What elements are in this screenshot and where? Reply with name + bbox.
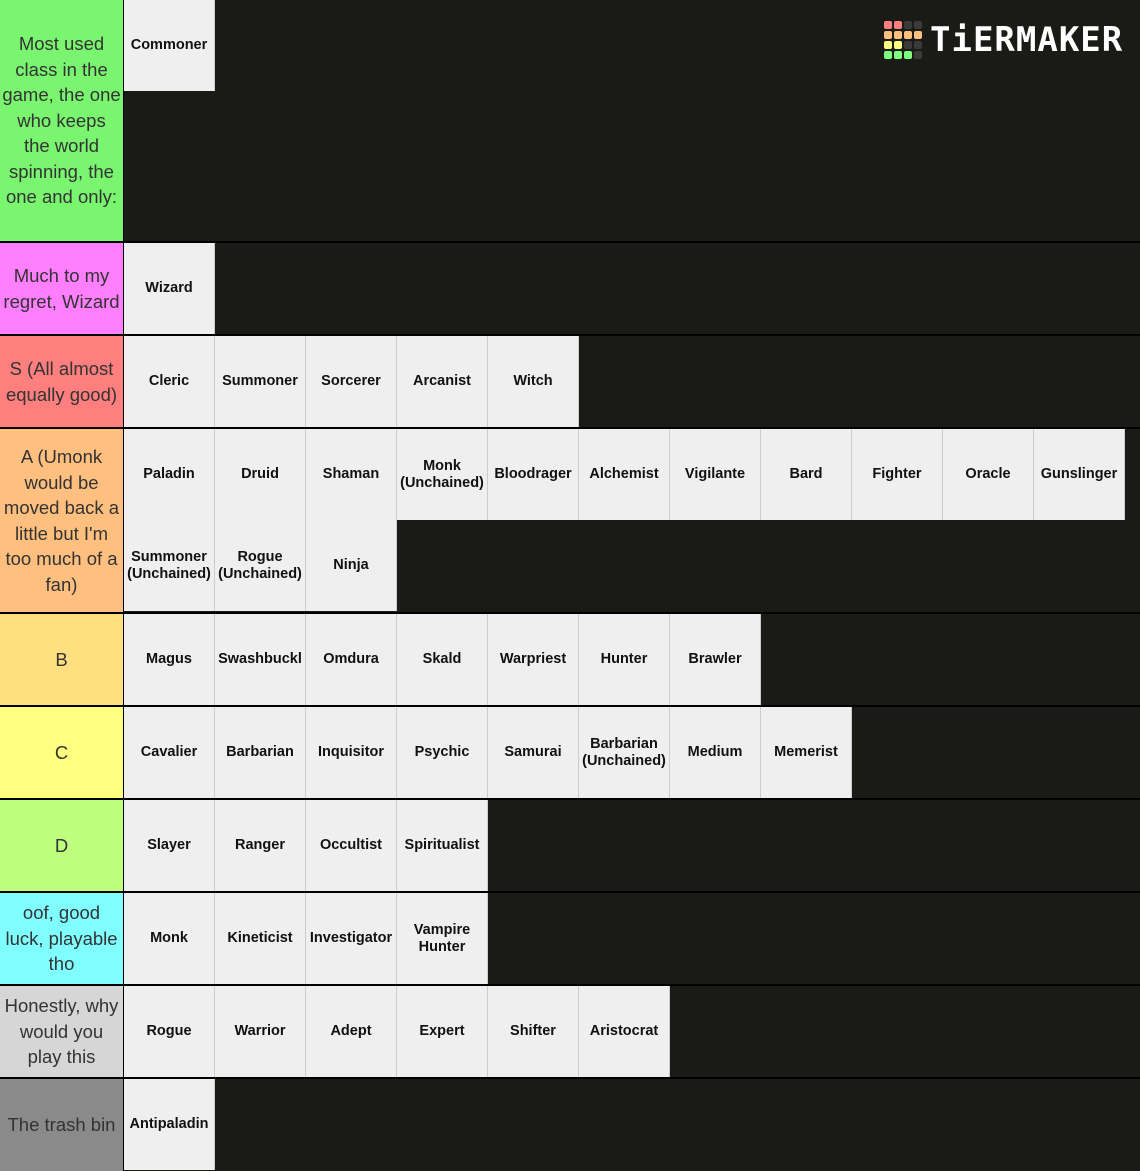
tier-item[interactable]: Sorcerer	[306, 336, 397, 427]
logo-square	[904, 21, 912, 29]
tier-item[interactable]: Investigator	[306, 893, 397, 984]
tier-item[interactable]: Summoner (Unchained)	[124, 520, 215, 611]
logo-square	[904, 31, 912, 39]
tier-item[interactable]: Spiritualist	[397, 800, 488, 891]
tier-items: Rogue Warrior Adept Expert Shifter Aristocrat	[124, 986, 1140, 1077]
logo-square	[914, 51, 922, 59]
logo-square	[884, 31, 892, 39]
tier-item[interactable]: Magus	[124, 614, 215, 705]
tier-item[interactable]: Monk	[124, 893, 215, 984]
tier-row: A (Umonk would be moved back a little bu…	[0, 429, 1140, 614]
tier-label[interactable]: Most used class in the game, the one who…	[0, 0, 124, 241]
tier-item[interactable]: Fighter	[852, 429, 943, 520]
tier-item[interactable]: Summoner	[215, 336, 306, 427]
tier-item[interactable]: Kineticist	[215, 893, 306, 984]
tier-row: Much to my regret, Wizard Wizard	[0, 243, 1140, 336]
tier-item[interactable]: Monk (Unchained)	[397, 429, 488, 520]
tier-items: Antipaladin	[124, 1079, 1140, 1171]
tier-item[interactable]: Shifter	[488, 986, 579, 1077]
tier-items: Magus Swashbuckl Omdura Skald Warpriest Hunte…	[124, 614, 1140, 705]
logo-square	[884, 41, 892, 49]
logo-text: TiERMAKER	[930, 20, 1124, 60]
logo-square	[914, 31, 922, 39]
tier-row: D Slayer Ranger Occultist Spiritualist	[0, 800, 1140, 893]
tiermaker-logo: TiERMAKER	[884, 20, 1123, 60]
tier-row: Honestly, why would you play this Rogue Wa…	[0, 986, 1140, 1079]
logo-square	[894, 21, 902, 29]
tier-label[interactable]: B	[0, 614, 124, 705]
tier-item[interactable]: Barbarian	[215, 707, 306, 798]
tier-row: C Cavalier Barbarian Inquisitor Psychic Samur…	[0, 707, 1140, 800]
tier-item[interactable]: Aristocrat	[579, 986, 670, 1077]
tier-item[interactable]: Cavalier	[124, 707, 215, 798]
tier-items: Cavalier Barbarian Inquisitor Psychic Samura…	[124, 707, 1140, 798]
tier-item[interactable]: Vigilante	[670, 429, 761, 520]
tier-item[interactable]: Adept	[306, 986, 397, 1077]
tier-row: oof, good luck, playable tho Monk Kinetici…	[0, 893, 1140, 986]
tier-item[interactable]: Paladin	[124, 429, 215, 520]
tier-item[interactable]: Expert	[397, 986, 488, 1077]
tier-item[interactable]: Antipaladin	[124, 1079, 215, 1170]
tier-item[interactable]: Wizard	[124, 243, 215, 334]
logo-square	[894, 41, 902, 49]
tier-items: Wizard	[124, 243, 1140, 334]
tier-row: S (All almost equally good) Cleric Summone…	[0, 336, 1140, 429]
tier-item[interactable]: Witch	[488, 336, 579, 427]
logo-square	[884, 51, 892, 59]
tier-item[interactable]: Samurai	[488, 707, 579, 798]
tier-label[interactable]: Much to my regret, Wizard	[0, 243, 124, 334]
tier-item[interactable]: Commoner	[124, 0, 215, 91]
tier-row: The trash bin Antipaladin	[0, 1079, 1140, 1171]
tier-label[interactable]: A (Umonk would be moved back a little bu…	[0, 429, 124, 612]
tier-label[interactable]: The trash bin	[0, 1079, 124, 1171]
tier-item[interactable]: Druid	[215, 429, 306, 520]
tier-item[interactable]: Alchemist	[579, 429, 670, 520]
tier-item[interactable]: Bloodrager	[488, 429, 579, 520]
tier-item[interactable]: Gunslinger	[1034, 429, 1125, 520]
tier-item[interactable]: Occultist	[306, 800, 397, 891]
tier-item[interactable]: Memerist	[761, 707, 852, 798]
tier-label[interactable]: oof, good luck, playable tho	[0, 893, 124, 984]
tier-label[interactable]: S (All almost equally good)	[0, 336, 124, 427]
tier-item[interactable]: Rogue	[124, 986, 215, 1077]
logo-square	[894, 51, 902, 59]
tier-item[interactable]: Hunter	[579, 614, 670, 705]
tier-item[interactable]: Omdura	[306, 614, 397, 705]
tier-label[interactable]: C	[0, 707, 124, 798]
tier-item[interactable]: Vampire Hunter	[397, 893, 488, 984]
tier-item[interactable]: Psychic	[397, 707, 488, 798]
logo-square	[904, 41, 912, 49]
tier-items: Slayer Ranger Occultist Spiritualist	[124, 800, 1140, 891]
tier-item[interactable]: Barbarian (Unchained)	[579, 707, 670, 798]
tier-items: Cleric Summoner Sorcerer Arcanist Witch	[124, 336, 1140, 427]
tier-item[interactable]: Inquisitor	[306, 707, 397, 798]
logo-square	[914, 41, 922, 49]
tier-label[interactable]: Honestly, why would you play this	[0, 986, 124, 1077]
tier-item[interactable]: Ninja	[306, 520, 397, 611]
tier-items: Monk Kineticist Investigator Vampire Hunter	[124, 893, 1140, 984]
tier-item[interactable]: Arcanist	[397, 336, 488, 427]
tier-list: Most used class in the game, the one who…	[0, 0, 1140, 1171]
tier-item[interactable]: Shaman	[306, 429, 397, 520]
tier-item[interactable]: Slayer	[124, 800, 215, 891]
tier-item[interactable]: Rogue (Unchained)	[215, 520, 306, 611]
logo-square	[904, 51, 912, 59]
tier-item[interactable]: Ranger	[215, 800, 306, 891]
logo-square	[884, 21, 892, 29]
tier-item[interactable]: Skald	[397, 614, 488, 705]
tier-item[interactable]: Warrior	[215, 986, 306, 1077]
tier-label[interactable]: D	[0, 800, 124, 891]
tier-items: Paladin Druid Shaman Monk (Unchained) Bloodr…	[124, 429, 1140, 612]
tier-item[interactable]: Bard	[761, 429, 852, 520]
tier-item[interactable]: Warpriest	[488, 614, 579, 705]
tier-item[interactable]: Oracle	[943, 429, 1034, 520]
logo-grid-icon	[884, 21, 922, 59]
tier-item[interactable]: Medium	[670, 707, 761, 798]
tier-row: B Magus Swashbuckl Omdura Skald Warpriest Hunt…	[0, 614, 1140, 707]
tier-item[interactable]: Cleric	[124, 336, 215, 427]
tier-item[interactable]: Brawler	[670, 614, 761, 705]
logo-square	[914, 21, 922, 29]
tier-item[interactable]: Swashbuckl	[215, 614, 306, 705]
logo-square	[894, 31, 902, 39]
